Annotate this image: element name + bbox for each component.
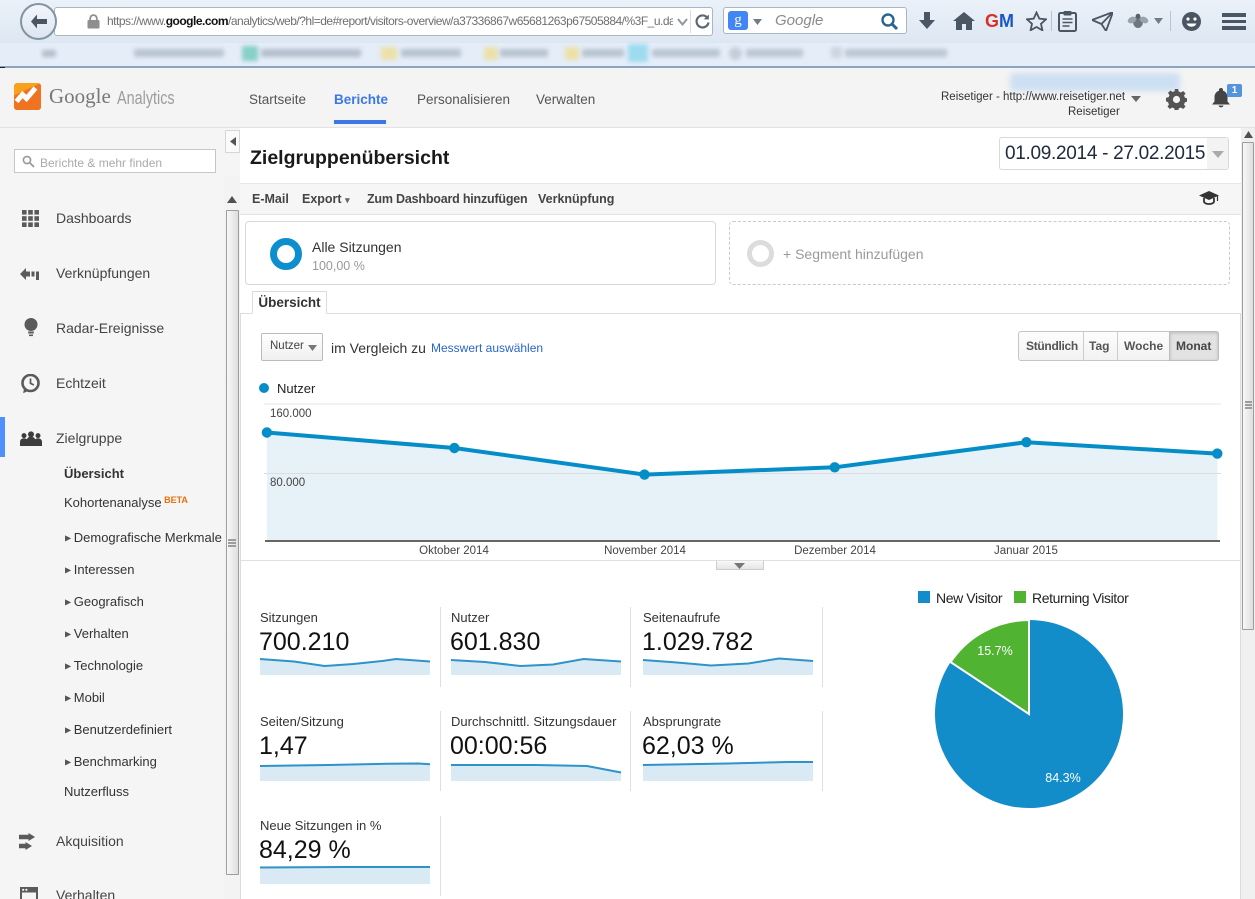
svg-text:84.3%: 84.3% [1045,771,1080,785]
svg-text:15.7%: 15.7% [977,644,1012,658]
